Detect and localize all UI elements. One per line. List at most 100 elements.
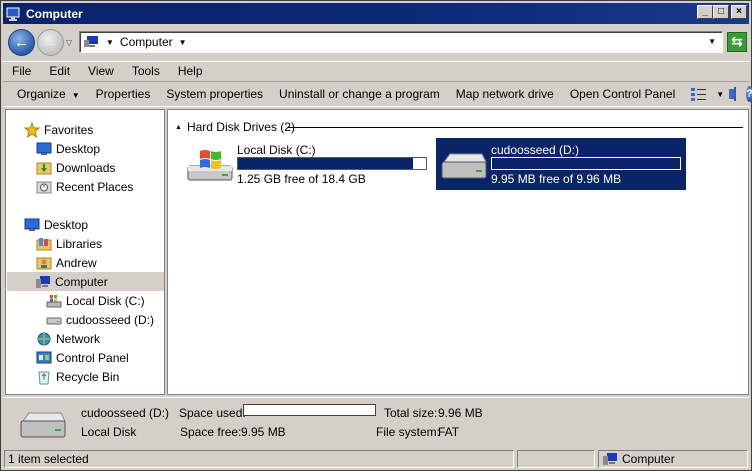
file-system-label: File system: — [376, 425, 441, 439]
nav-recent-places[interactable]: Recent Places — [36, 177, 133, 196]
nav-downloads[interactable]: Downloads — [36, 158, 115, 177]
menu-help[interactable]: Help — [169, 64, 212, 78]
back-button[interactable]: ← — [8, 29, 35, 56]
window-title: Computer — [26, 6, 83, 21]
close-button[interactable]: × — [731, 5, 747, 19]
computer-icon — [35, 274, 51, 290]
breadcrumb-arrow-icon[interactable]: ▼ — [179, 38, 187, 47]
drive-free-space: 1.25 GB free of 18.4 GB — [237, 172, 366, 186]
nav-desktop-label: Desktop — [44, 217, 89, 232]
space-free-value: 9.95 MB — [241, 425, 286, 439]
details-drive-name: cudoosseed (D:) — [81, 406, 170, 420]
user-folder-icon — [36, 255, 52, 271]
menu-tools[interactable]: Tools — [123, 64, 169, 78]
computer-icon — [602, 451, 618, 467]
help-icon[interactable]: ? — [746, 86, 752, 102]
nav-andrew[interactable]: Andrew — [36, 253, 97, 272]
address-dropdown-icon[interactable]: ▼ — [708, 37, 716, 46]
open-control-panel-button[interactable]: Open Control Panel — [562, 87, 683, 101]
address-row: ← → ▽ ▼ Computer ▼ ▼ ⇆ — [3, 25, 749, 61]
total-size-label: Total size: — [384, 406, 438, 420]
preview-pane-icon[interactable] — [729, 87, 737, 101]
status-spacer — [517, 450, 595, 468]
menu-file[interactable]: File — [3, 64, 40, 78]
chevron-down-icon: ▼ — [71, 91, 80, 100]
nav-favorites[interactable]: Favorites — [23, 120, 93, 139]
desktop-icon — [24, 217, 40, 233]
command-bar: Organize ▼ Properties System properties U… — [3, 81, 752, 107]
back-arrow-icon: ← — [14, 34, 29, 51]
drive-icon — [46, 312, 62, 328]
drive-item-local-disk-c[interactable]: Local Disk (C:) 1.25 GB free of 18.4 GB — [182, 138, 432, 190]
downloads-folder-icon — [36, 160, 52, 176]
recent-places-icon — [36, 179, 52, 195]
minimize-button[interactable]: _ — [697, 5, 713, 19]
refresh-icon: ⇆ — [731, 33, 743, 49]
collapse-triangle-icon[interactable]: ▲ — [175, 124, 182, 131]
nav-control-panel[interactable]: Control Panel — [36, 348, 129, 367]
system-properties-button[interactable]: System properties — [158, 87, 271, 101]
forward-arrow-icon: → — [43, 34, 58, 51]
uninstall-program-button[interactable]: Uninstall or change a program — [271, 87, 448, 101]
nav-computer[interactable]: Computer — [7, 272, 164, 291]
nav-desktop[interactable]: Desktop — [24, 215, 88, 234]
nav-recycle-bin[interactable]: Recycle Bin — [36, 367, 119, 386]
explorer-window: Computer _ □ × ← → ▽ ▼ Computer ▼ ▼ ⇆ Fi… — [0, 0, 752, 471]
drive-name: Local Disk (C:) — [237, 143, 316, 157]
nav-cudoosseed-d[interactable]: cudoosseed (D:) — [46, 310, 154, 329]
breadcrumb-computer[interactable]: Computer — [120, 35, 173, 49]
status-location: Computer — [598, 450, 748, 468]
nav-computer-label: Computer — [55, 274, 108, 289]
drive-name: cudoosseed (D:) — [491, 143, 580, 157]
details-pane: cudoosseed (D:) Local Disk Space used: S… — [3, 397, 749, 447]
nav-recycle-bin-label: Recycle Bin — [56, 369, 120, 384]
status-selection-text: 1 item selected — [8, 452, 89, 466]
address-bar[interactable]: ▼ Computer ▼ ▼ — [79, 31, 723, 53]
properties-button[interactable]: Properties — [88, 87, 159, 101]
title-bar[interactable]: Computer _ □ × — [3, 3, 749, 24]
content-pane[interactable]: ▲ Hard Disk Drives (2) Local Disk (C:) 1… — [167, 109, 749, 395]
details-drive-type: Local Disk — [81, 425, 137, 439]
drive-free-space: 9.95 MB free of 9.96 MB — [491, 172, 622, 186]
drive-icon — [440, 148, 488, 182]
change-view-icon[interactable] — [691, 87, 707, 101]
organize-button[interactable]: Organize ▼ — [3, 87, 88, 101]
nav-cudoosseed-d-label: cudoosseed (D:) — [66, 312, 155, 327]
space-free-label: Space free: — [180, 425, 242, 439]
network-icon — [36, 331, 52, 347]
recent-pages-dropdown[interactable]: ▽ — [66, 38, 72, 47]
nav-local-disk-c-label: Local Disk (C:) — [66, 293, 145, 308]
recycle-bin-icon — [36, 369, 52, 385]
refresh-button[interactable]: ⇆ — [727, 32, 747, 52]
total-size-value: 9.96 MB — [438, 406, 483, 420]
libraries-icon — [36, 236, 52, 252]
computer-icon — [83, 35, 99, 49]
drive-usage-bar — [237, 157, 427, 170]
menu-edit[interactable]: Edit — [40, 64, 79, 78]
drive-usage-fill — [238, 158, 413, 169]
nav-desktop-favorite-label: Desktop — [56, 141, 101, 156]
drive-item-cudoosseed-d[interactable]: cudoosseed (D:) 9.95 MB free of 9.96 MB — [436, 138, 686, 190]
group-header-hard-disk-drives[interactable]: ▲ Hard Disk Drives (2) — [175, 120, 295, 134]
windows-drive-icon — [46, 293, 62, 309]
nav-libraries[interactable]: Libraries — [36, 234, 102, 253]
maximize-button[interactable]: □ — [713, 5, 729, 19]
navigation-pane[interactable]: Favorites Desktop Downloads Recent Place… — [5, 109, 165, 395]
windows-drive-icon — [186, 148, 234, 182]
nav-recent-places-label: Recent Places — [56, 179, 134, 194]
details-usage-bar — [243, 404, 376, 416]
organize-label: Organize — [17, 87, 66, 101]
nav-network[interactable]: Network — [36, 329, 100, 348]
view-options-chevron-icon[interactable]: ▼ — [716, 90, 724, 99]
forward-button[interactable]: → — [37, 29, 64, 56]
desktop-icon — [36, 141, 52, 157]
nav-desktop-favorite[interactable]: Desktop — [36, 139, 100, 158]
menu-view[interactable]: View — [79, 64, 123, 78]
space-used-label: Space used: — [179, 406, 246, 420]
window-controls: _ □ × — [697, 5, 747, 19]
map-network-drive-button[interactable]: Map network drive — [448, 87, 562, 101]
nav-local-disk-c[interactable]: Local Disk (C:) — [46, 291, 145, 310]
status-bar: 1 item selected Computer — [3, 449, 749, 469]
nav-downloads-label: Downloads — [56, 160, 116, 175]
breadcrumb-arrow-icon[interactable]: ▼ — [106, 38, 114, 47]
